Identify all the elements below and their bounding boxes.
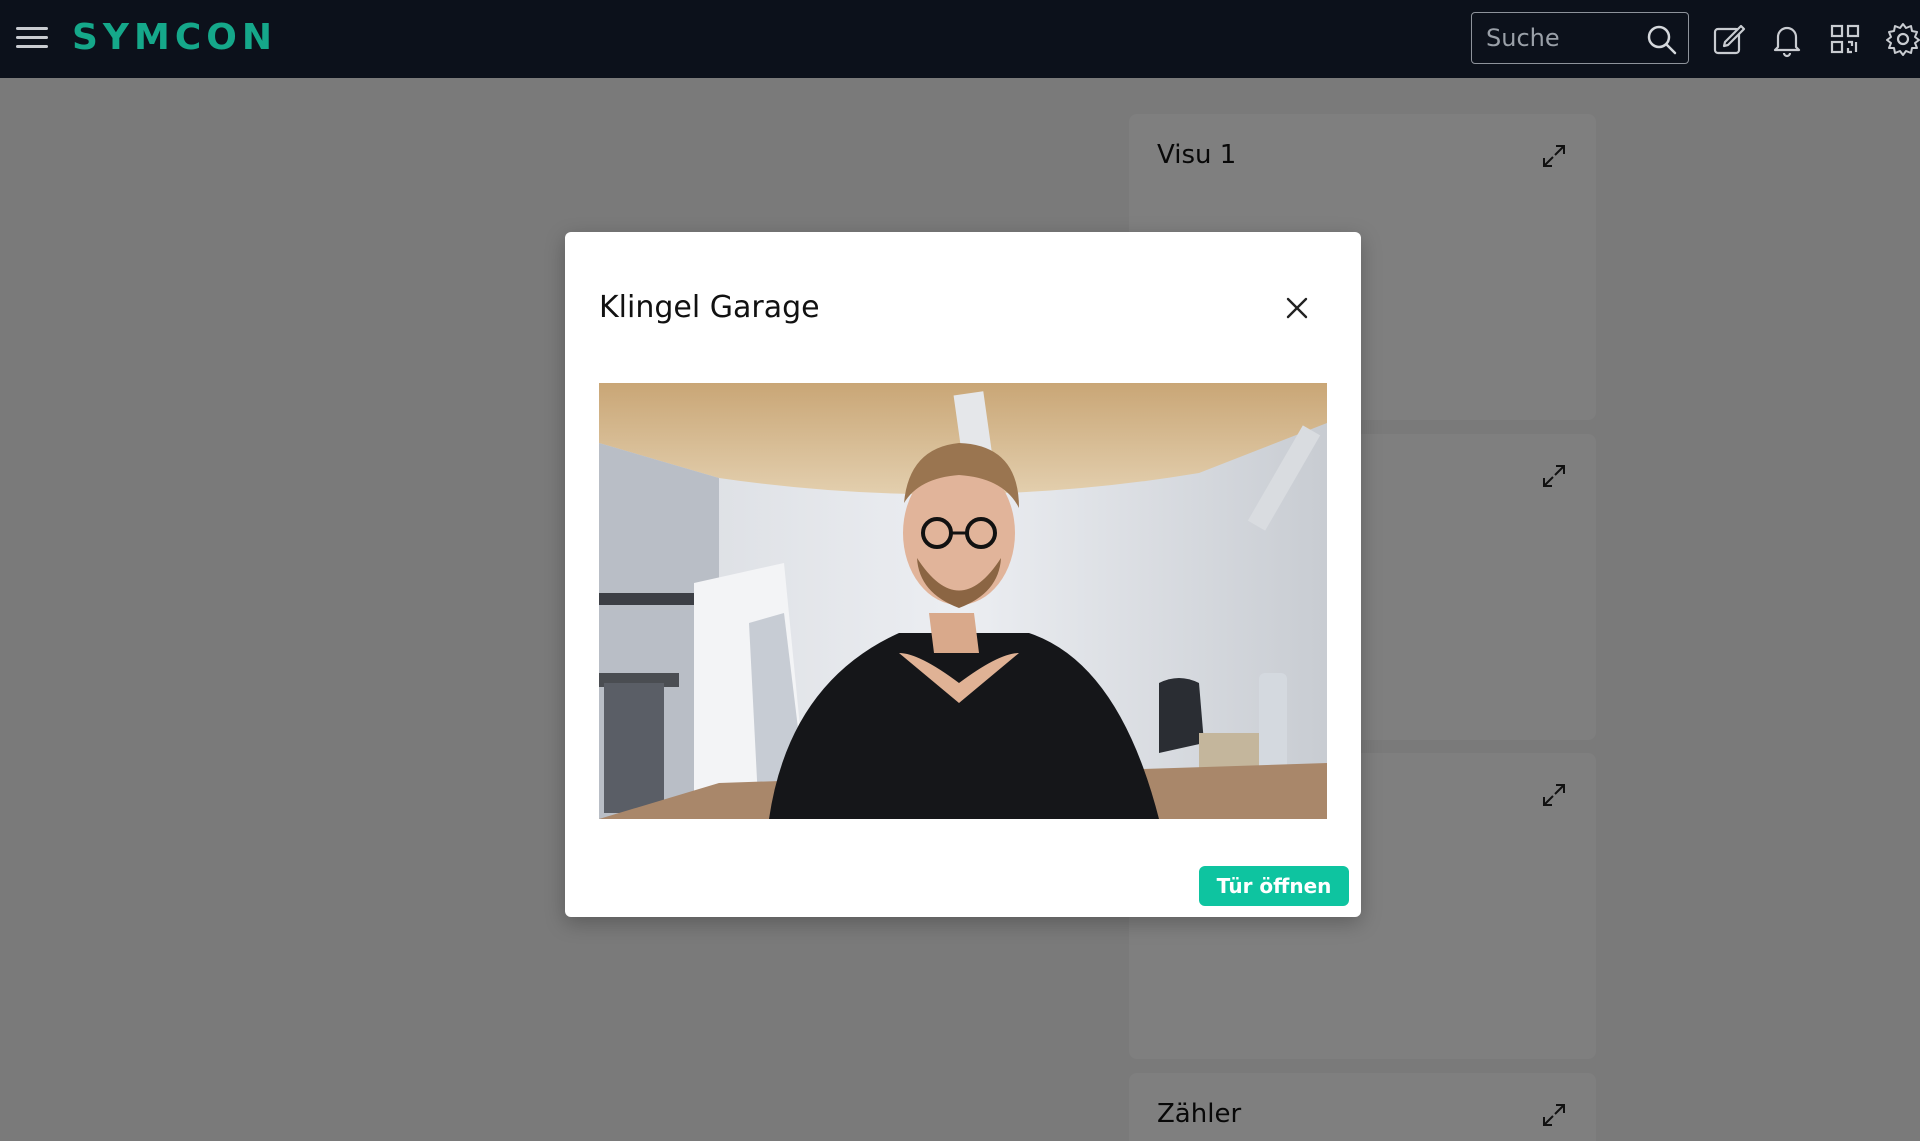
camera-image <box>599 383 1327 819</box>
open-door-button[interactable]: Tür öffnen <box>1199 866 1349 906</box>
menu-icon[interactable] <box>16 24 50 52</box>
qr-code-icon[interactable] <box>1826 20 1864 58</box>
search-icon[interactable] <box>1646 24 1678 56</box>
gear-icon[interactable] <box>1884 20 1920 58</box>
search-box <box>1471 12 1689 64</box>
close-icon[interactable] <box>1283 294 1311 322</box>
bell-icon[interactable] <box>1768 20 1806 58</box>
edit-icon[interactable] <box>1710 20 1748 58</box>
top-bar: SYMCON <box>0 0 1920 78</box>
doorbell-dialog: Klingel Garage Tür öffnen <box>565 232 1361 917</box>
symcon-logo[interactable]: SYMCON <box>72 16 277 60</box>
search-input[interactable] <box>1486 23 1646 53</box>
dialog-title: Klingel Garage <box>599 290 820 325</box>
